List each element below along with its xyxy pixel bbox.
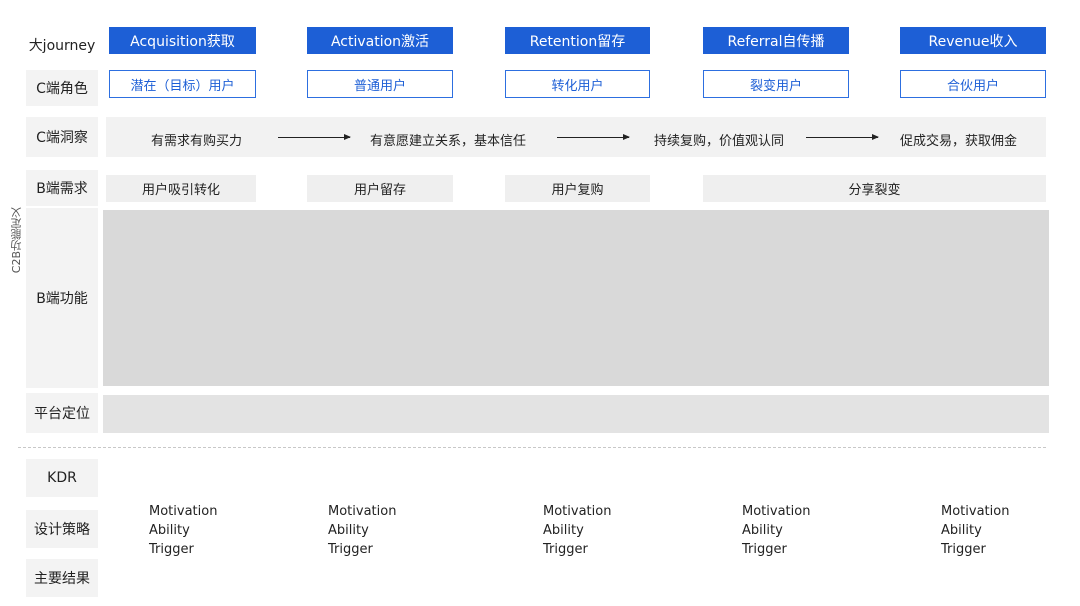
mat-list-3: Motivation Ability Trigger [543, 502, 611, 559]
mat-motivation: Motivation [328, 504, 397, 519]
insight-4: 促成交易，获取佣金 [900, 134, 1018, 149]
role-partner-user-label: 合伙用户 [946, 78, 999, 94]
need-acquire-convert: 用户吸引转化 [106, 175, 256, 202]
stage-referral-label: Referral自传播 [727, 33, 825, 50]
need-retention-label: 用户留存 [353, 183, 406, 198]
need-retention: 用户留存 [307, 175, 453, 202]
need-acquire-convert-label: 用户吸引转化 [141, 183, 220, 198]
role-normal-user: 普通用户 [307, 70, 453, 98]
role-fission-user: 裂变用户 [703, 70, 849, 98]
stage-acquisition: Acquisition获取 [109, 27, 256, 54]
insight-3: 持续复购，价值观认同 [654, 134, 785, 149]
row-label-c-role-text: C端角色 [36, 81, 88, 97]
mat-trigger: Trigger [742, 542, 787, 557]
row-label-b-need-text: B端需求 [36, 181, 88, 197]
row-label-design-text: 设计策略 [34, 522, 90, 538]
role-converted-user-label: 转化用户 [551, 78, 604, 94]
need-share-fission-label: 分享裂变 [848, 183, 901, 198]
mat-ability: Ability [543, 523, 584, 538]
row-label-design: 设计策略 [26, 510, 98, 548]
mat-list-1: Motivation Ability Trigger [149, 502, 217, 559]
row-label-platform-text: 平台定位 [34, 406, 90, 422]
insight-1: 有需求有购买力 [151, 134, 243, 149]
row-label-result-text: 主要结果 [34, 571, 90, 587]
side-label-wrap: C2B功能定义 [8, 200, 26, 280]
mat-ability: Ability [328, 523, 369, 538]
role-partner-user: 合伙用户 [900, 70, 1046, 98]
platform-area [103, 395, 1049, 433]
arrow-right-icon [557, 134, 630, 140]
mat-motivation: Motivation [742, 504, 811, 519]
stage-revenue: Revenue收入 [900, 27, 1046, 54]
row-label-kdr: KDR [26, 459, 98, 497]
mat-trigger: Trigger [328, 542, 373, 557]
mat-list-2: Motivation Ability Trigger [328, 502, 396, 559]
row-label-c-insight-text: C端洞察 [36, 130, 88, 146]
mat-trigger: Trigger [941, 542, 986, 557]
role-converted-user: 转化用户 [505, 70, 650, 98]
need-share-fission: 分享裂变 [703, 175, 1046, 202]
insight-2: 有意愿建立关系，基本信任 [370, 134, 527, 149]
role-potential-user: 潜在（目标）用户 [109, 70, 256, 98]
mat-motivation: Motivation [543, 504, 612, 519]
mat-ability: Ability [149, 523, 190, 538]
arrow-right-icon [278, 134, 351, 140]
row-label-kdr-text: KDR [47, 470, 77, 486]
arrow-right-icon [806, 134, 879, 140]
stage-retention-label: Retention留存 [529, 33, 626, 50]
need-repurchase-label: 用户复购 [551, 183, 604, 198]
row-label-platform: 平台定位 [26, 393, 98, 433]
mat-trigger: Trigger [543, 542, 588, 557]
mat-list-5: Motivation Ability Trigger [941, 502, 1009, 559]
section-divider [18, 447, 1046, 448]
stage-referral: Referral自传播 [703, 27, 849, 54]
role-normal-user-label: 普通用户 [353, 78, 406, 94]
row-label-result: 主要结果 [26, 559, 98, 597]
row-label-c-role: C端角色 [26, 70, 98, 106]
need-repurchase: 用户复购 [505, 175, 650, 202]
stage-revenue-label: Revenue收入 [928, 33, 1018, 50]
row-label-c-insight: C端洞察 [26, 117, 98, 157]
row-label-journey: 大journey [26, 27, 98, 63]
row-label-b-need: B端需求 [26, 170, 98, 206]
row-label-b-function-text: B端功能 [36, 291, 88, 307]
stage-acquisition-label: Acquisition获取 [130, 33, 235, 50]
b-function-area [103, 210, 1049, 386]
mat-motivation: Motivation [149, 504, 218, 519]
mat-list-4: Motivation Ability Trigger [742, 502, 810, 559]
row-label-journey-text: 大journey [28, 38, 96, 54]
mat-ability: Ability [742, 523, 783, 538]
stage-activation: Activation激活 [307, 27, 453, 54]
stage-activation-label: Activation激活 [330, 33, 430, 50]
mat-ability: Ability [941, 523, 982, 538]
role-fission-user-label: 裂变用户 [749, 78, 802, 94]
stage-retention: Retention留存 [505, 27, 650, 54]
mat-trigger: Trigger [149, 542, 194, 557]
mat-motivation: Motivation [941, 504, 1010, 519]
row-label-b-function: B端功能 [26, 208, 98, 388]
role-potential-user-label: 潜在（目标）用户 [130, 78, 235, 94]
side-label: C2B功能定义 [10, 206, 23, 274]
